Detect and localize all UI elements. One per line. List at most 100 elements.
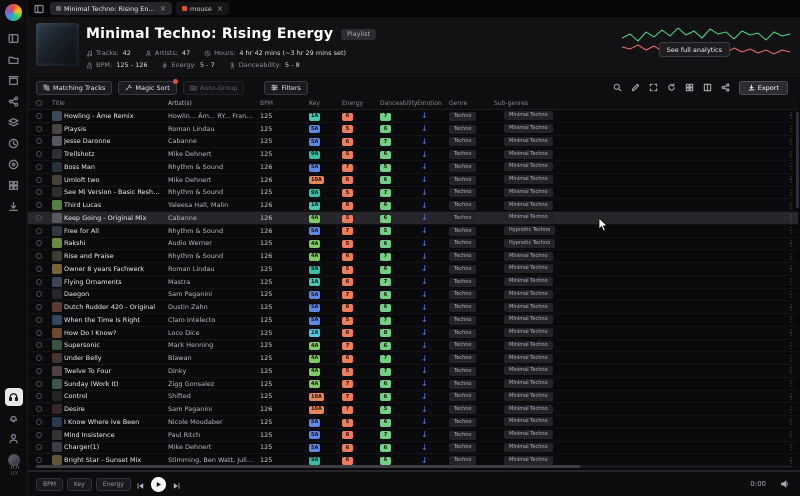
tab-playlist[interactable]: Minimal Techno: Rising En... × <box>50 2 172 15</box>
disc-icon[interactable] <box>5 156 23 174</box>
grid-icon[interactable] <box>5 177 23 195</box>
row-checkbox[interactable] <box>36 113 42 119</box>
row-checkbox[interactable] <box>36 240 42 246</box>
next-track-button[interactable] <box>173 475 181 494</box>
column-artist[interactable]: Artist(s) <box>168 100 260 107</box>
row-checkbox[interactable] <box>36 342 42 348</box>
download-icon[interactable] <box>5 198 23 216</box>
row-checkbox[interactable] <box>36 444 42 450</box>
table-row[interactable]: Third Lucas Yaleesa Hall, Malin 126 1A 6… <box>28 199 798 212</box>
bell-icon[interactable] <box>5 409 23 427</box>
table-row[interactable]: Umloft two Mike Dehnert 126 10A 6 6 ↓ Te… <box>28 174 798 187</box>
columns-view-icon[interactable] <box>703 83 712 92</box>
table-row[interactable]: Jesse Daronne Cabanne 125 5A 6 7 ↓ Techn… <box>28 136 798 149</box>
bpm-chip[interactable]: BPM <box>36 478 63 491</box>
table-row[interactable]: Boss Man Rhythm & Sound 126 5A 7 5 ↓ Tec… <box>28 161 798 174</box>
table-row[interactable]: Supersonic Mark Henning 125 4A 7 6 ↓ Tec… <box>28 340 798 353</box>
sidebar-toggle-icon[interactable] <box>32 2 46 15</box>
row-checkbox[interactable] <box>36 381 42 387</box>
column-genre[interactable]: Genre <box>449 100 494 107</box>
table-row[interactable]: How Do I Know? Loco Dice 125 2A 6 8 ↓ Te… <box>28 327 798 340</box>
layers-icon[interactable] <box>5 114 23 132</box>
column-key[interactable]: Key <box>309 100 342 107</box>
table-row[interactable]: Playsis Roman Lindau 125 5A 5 6 ↓ Techno… <box>28 123 798 136</box>
vertical-scrollbar-thumb[interactable] <box>796 112 799 208</box>
row-checkbox[interactable] <box>36 457 42 463</box>
row-checkbox[interactable] <box>36 138 42 144</box>
row-checkbox[interactable] <box>36 215 42 221</box>
horizontal-scrollbar-thumb[interactable] <box>36 465 580 468</box>
row-checkbox[interactable] <box>36 266 42 272</box>
row-checkbox[interactable] <box>36 419 42 425</box>
column-subgenres[interactable]: Sub-genres <box>494 100 784 107</box>
crate-icon[interactable] <box>5 72 23 90</box>
row-checkbox[interactable] <box>36 432 42 438</box>
row-checkbox[interactable] <box>36 368 42 374</box>
row-checkbox[interactable] <box>36 279 42 285</box>
row-checkbox[interactable] <box>36 291 42 297</box>
horizontal-scrollbar[interactable] <box>36 465 792 468</box>
edit-pencil-icon[interactable] <box>631 83 640 92</box>
table-row[interactable]: Control Shifted 125 10A 7 6 ↓ Techno Min… <box>28 391 798 404</box>
column-emotion[interactable]: Emotion <box>417 100 449 107</box>
vertical-scrollbar[interactable] <box>796 112 799 462</box>
table-row[interactable]: Twelve To Four Dinky 125 4A 5 7 ↓ Techno… <box>28 365 798 378</box>
close-icon[interactable]: × <box>217 5 223 13</box>
previous-track-button[interactable] <box>136 475 144 494</box>
table-row[interactable]: Rise and Praise Rhythm & Sound 126 4A 6 … <box>28 250 798 263</box>
row-checkbox[interactable] <box>36 177 42 183</box>
table-row[interactable]: Owner 8 years Fachwerk Roman Lindau 125 … <box>28 263 798 276</box>
fullscreen-icon[interactable] <box>649 83 658 92</box>
panels-icon[interactable] <box>5 30 23 48</box>
table-row[interactable]: Under Belly Blawan 125 4A 6 7 ↓ Techno M… <box>28 352 798 365</box>
grid-view-icon[interactable] <box>685 83 694 92</box>
refresh-icon[interactable] <box>667 83 676 92</box>
column-energy[interactable]: Energy <box>342 100 380 107</box>
table-row[interactable]: Dutch Rudder 420 - Original Dustin Zahn … <box>28 301 798 314</box>
matching-tracks-button[interactable]: Matching Tracks <box>36 81 112 95</box>
folder-icon[interactable] <box>5 51 23 69</box>
see-full-analytics-button[interactable]: See full analytics <box>659 42 730 57</box>
magic-sort-button[interactable]: Magic Sort <box>118 81 177 95</box>
user-icon[interactable] <box>5 430 23 448</box>
filters-button[interactable]: Filters <box>264 81 307 95</box>
energy-chip[interactable]: Energy <box>96 478 131 491</box>
table-row[interactable]: I Know Where Ive Been Nicole Moudaber 12… <box>28 416 798 429</box>
key-chip[interactable]: Key <box>67 478 92 491</box>
history-icon[interactable] <box>5 135 23 153</box>
share-icon[interactable] <box>721 83 730 92</box>
table-row[interactable]: Desire Sam Paganini 126 10A 7 5 ↓ Techno… <box>28 403 798 416</box>
table-row[interactable]: Rakshi Audio Werner 125 4A 5 6 ↓ Techno … <box>28 238 798 251</box>
share-nodes-icon[interactable] <box>5 93 23 111</box>
table-row[interactable]: Mind Insistence Paul Ritch 125 5A 6 7 ↓ … <box>28 429 798 442</box>
export-button[interactable]: Export <box>739 81 788 95</box>
table-row[interactable]: Flying Ornaments Mastra 125 1A 6 7 ↓ Tec… <box>28 276 798 289</box>
column-title[interactable]: Title <box>52 100 168 107</box>
row-checkbox[interactable] <box>36 330 42 336</box>
row-checkbox[interactable] <box>36 355 42 361</box>
table-row[interactable]: Keep Going - Original Mix Cabanne 126 4A… <box>28 212 798 225</box>
select-all-checkbox[interactable] <box>36 100 42 106</box>
row-checkbox[interactable] <box>36 151 42 157</box>
row-checkbox[interactable] <box>36 202 42 208</box>
row-checkbox[interactable] <box>36 406 42 412</box>
row-checkbox[interactable] <box>36 304 42 310</box>
headphones-icon[interactable] <box>5 388 23 406</box>
row-checkbox[interactable] <box>36 228 42 234</box>
table-row[interactable]: Howling - Âme Remix Howlin... Âm... RY..… <box>28 110 798 123</box>
table-row[interactable]: Charger(1) Mike Dehnert 125 5A 6 6 ↓ Tec… <box>28 442 798 455</box>
app-logo[interactable] <box>5 4 22 21</box>
row-checkbox[interactable] <box>36 253 42 259</box>
table-row[interactable]: Free for All Rhythm & Sound 126 5A 7 5 ↓… <box>28 225 798 238</box>
table-row[interactable]: When the Time Is Right Claro Intelecto 1… <box>28 314 798 327</box>
column-bpm[interactable]: BPM <box>260 100 309 107</box>
row-checkbox[interactable] <box>36 393 42 399</box>
table-row[interactable]: Daegon Sam Paganini 125 5A 7 6 ↓ Techno … <box>28 289 798 302</box>
row-checkbox[interactable] <box>36 189 42 195</box>
table-row[interactable]: Trellshotz Mike Dehnert 125 9A 5 6 ↓ Tec… <box>28 148 798 161</box>
table-row[interactable]: Sunday (Work It) Zigg Gonsalez 125 4A 7 … <box>28 378 798 391</box>
table-row[interactable]: See Mi Version - Basic Reshape Rhythm & … <box>28 187 798 200</box>
row-checkbox[interactable] <box>36 164 42 170</box>
play-button[interactable] <box>151 477 166 492</box>
volume-icon[interactable] <box>780 479 790 489</box>
